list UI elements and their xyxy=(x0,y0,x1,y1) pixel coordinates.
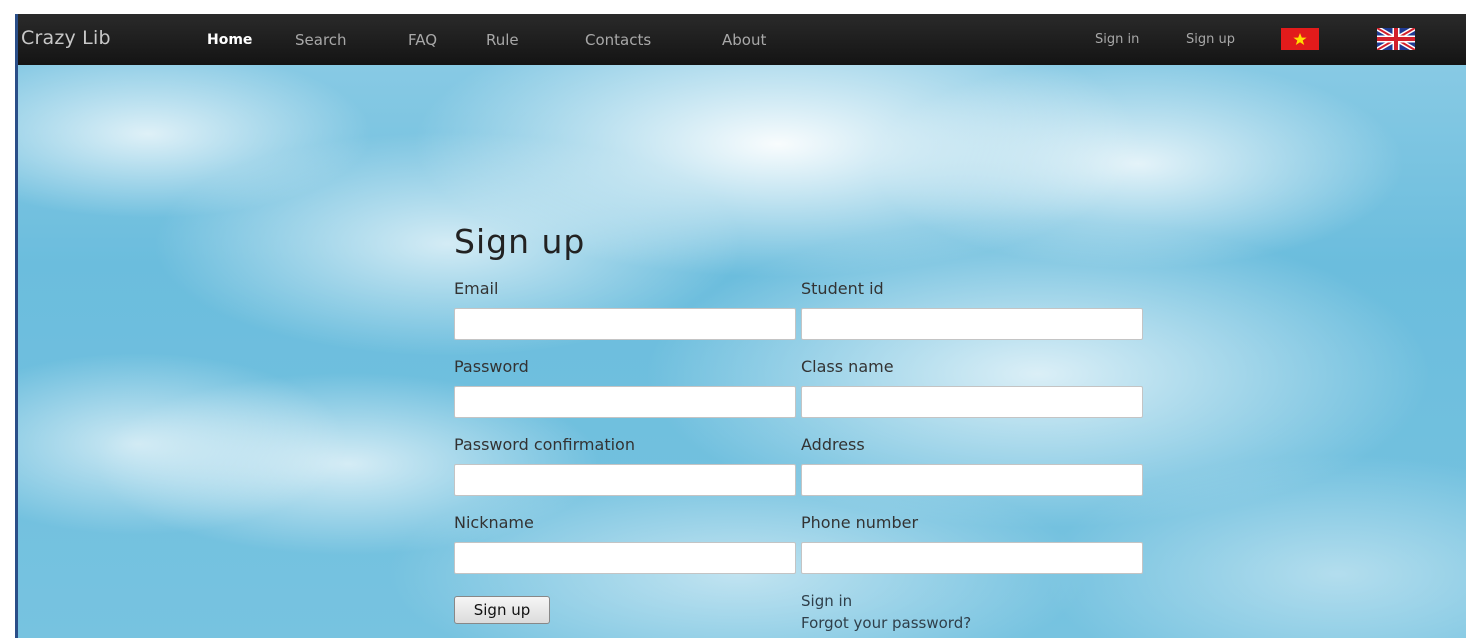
password-label: Password xyxy=(454,357,529,376)
brand-logo[interactable]: Crazy Lib xyxy=(21,27,111,49)
nav-sign-in[interactable]: Sign in xyxy=(1095,32,1139,47)
browser-page: Crazy Lib Home Search FAQ Rule Contacts … xyxy=(18,14,1466,638)
email-label: Email xyxy=(454,279,499,298)
top-navbar: Crazy Lib Home Search FAQ Rule Contacts … xyxy=(18,14,1466,65)
page-title: Sign up xyxy=(454,222,586,261)
address-field[interactable] xyxy=(801,464,1143,496)
phone-number-label: Phone number xyxy=(801,513,919,532)
sign-in-link[interactable]: Sign in xyxy=(801,592,852,610)
student-id-field[interactable] xyxy=(801,308,1143,340)
uk-flag-icon[interactable] xyxy=(1375,25,1417,53)
nav-sign-up[interactable]: Sign up xyxy=(1186,32,1235,47)
address-label: Address xyxy=(801,435,865,454)
nav-contacts[interactable]: Contacts xyxy=(585,31,651,49)
vietnam-flag-icon[interactable] xyxy=(1281,28,1319,50)
nav-rule[interactable]: Rule xyxy=(486,31,519,49)
nickname-label: Nickname xyxy=(454,513,534,532)
sign-up-button[interactable]: Sign up xyxy=(454,596,550,624)
email-field[interactable] xyxy=(454,308,796,340)
nav-about[interactable]: About xyxy=(722,31,766,49)
password-confirmation-label: Password confirmation xyxy=(454,435,635,454)
nav-faq[interactable]: FAQ xyxy=(408,31,437,49)
nickname-field[interactable] xyxy=(454,542,796,574)
class-name-label: Class name xyxy=(801,357,894,376)
phone-number-field[interactable] xyxy=(801,542,1143,574)
class-name-field[interactable] xyxy=(801,386,1143,418)
student-id-label: Student id xyxy=(801,279,884,298)
forgot-password-link[interactable]: Forgot your password? xyxy=(801,614,971,632)
password-field[interactable] xyxy=(454,386,796,418)
nav-search[interactable]: Search xyxy=(295,31,347,49)
nav-home[interactable]: Home xyxy=(207,32,252,48)
password-confirmation-field[interactable] xyxy=(454,464,796,496)
